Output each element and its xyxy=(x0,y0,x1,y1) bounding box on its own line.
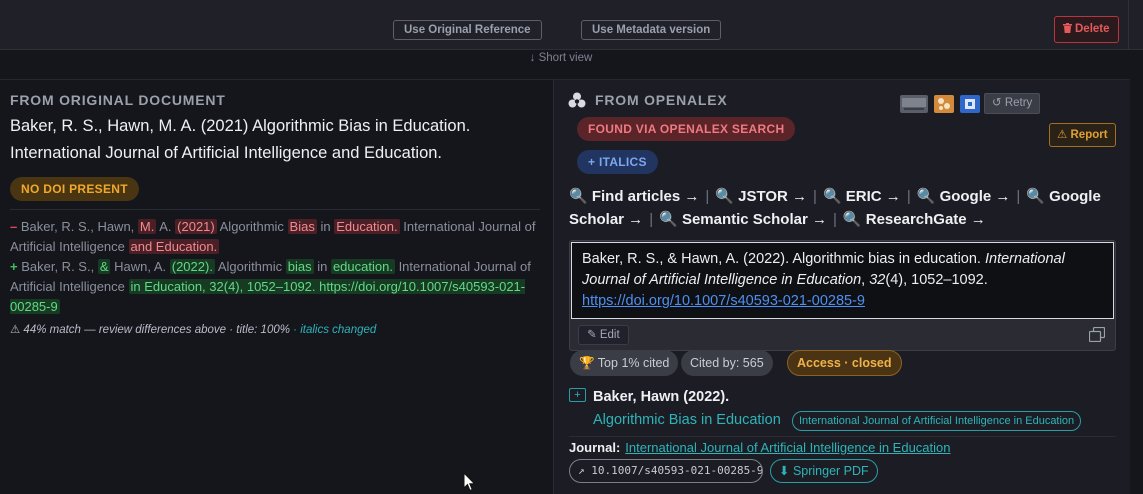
trash-icon xyxy=(1063,23,1072,33)
springer-pdf-button[interactable]: ⬇ Springer PDF xyxy=(770,459,878,483)
retry-button[interactable]: ↺ Retry xyxy=(984,93,1041,114)
doi-button[interactable]: ↗ 10.1007/s40593-021-00285-9 xyxy=(569,459,763,483)
original-reference-text[interactable]: Baker, R. S., Hawn, M. A. (2021) Algorit… xyxy=(10,113,530,167)
plus-segment-ins: education. xyxy=(330,259,395,274)
delete-button[interactable]: Delete xyxy=(1054,16,1119,43)
citation-doi-link[interactable]: https://doi.org/10.1007/s40593-021-00285… xyxy=(582,293,865,309)
search-link[interactable]: 🔍 Semantic Scholar → xyxy=(659,211,827,228)
openalex-section-title: FROM OPENALEX xyxy=(595,92,728,108)
divider xyxy=(569,436,1116,437)
citation-pages: (4), 1052–1092. xyxy=(885,272,988,288)
citation-sep: , xyxy=(861,272,870,288)
minus-segment-plain: Algorithmic xyxy=(216,219,288,234)
match-summary: ⚠ 44% match — review differences above ·… xyxy=(10,324,290,336)
formatted-citation[interactable]: Baker, R. S., & Hawn, A. (2022). Algorit… xyxy=(571,242,1114,319)
link-separator: | xyxy=(813,188,817,205)
diff-minus-sign: – xyxy=(10,219,18,234)
original-section-title: FROM ORIGINAL DOCUMENT xyxy=(10,92,226,108)
google-icon[interactable] xyxy=(960,95,980,113)
use-metadata-version-button[interactable]: Use Metadata version xyxy=(581,20,722,40)
diff-removed-segments: Baker, R. S., Hawn, M. A. (2021) Algorit… xyxy=(10,219,536,254)
italics-changed-note: · italics changed xyxy=(289,324,377,336)
cited-by-badge: Cited by: 565 xyxy=(681,350,773,376)
link-separator: | xyxy=(705,188,710,205)
top-toolbar: Use Original Reference Use Metadata vers… xyxy=(0,0,1143,50)
found-via-search-badge: FOUND VIA OPENALEX SEARCH xyxy=(577,117,796,141)
short-view-toggle[interactable]: ↓ Short view xyxy=(0,52,1122,64)
minus-segment-plain: Baker, R. S., Hawn, xyxy=(20,219,138,234)
plus-segment-plain: Hawn, A. xyxy=(110,259,170,274)
diff-added-segments: Baker, R. S., & Hawn, A. (2022). Algorit… xyxy=(10,259,531,314)
journal-link[interactable]: International Journal of Artificial Inte… xyxy=(625,440,950,455)
use-original-reference-button[interactable]: Use Original Reference xyxy=(393,20,542,40)
journal-line: Journal: International Journal of Artific… xyxy=(569,440,951,455)
search-link[interactable]: 🔍 JSTOR → xyxy=(715,188,807,205)
plus-segment-ins: (2022). xyxy=(169,259,215,274)
citation-volume: 32 xyxy=(869,272,886,288)
copy-icon[interactable] xyxy=(1089,327,1105,342)
access-status-badge: Access · closed xyxy=(787,350,902,376)
top-cited-badge: 🏆 Top 1% cited xyxy=(570,350,679,376)
minus-segment-plain: A. xyxy=(156,219,176,234)
minus-segment-del: (2021) xyxy=(175,219,217,234)
minus-segment-del: M. xyxy=(137,219,157,234)
original-reference-line2: International Journal of Artificial Inte… xyxy=(10,144,443,162)
link-separator: | xyxy=(906,188,911,205)
search-links: 🔍 Find articles → | 🔍 JSTOR → | 🔍 ERIC → | 🔍 G… xyxy=(569,185,1109,231)
expand-result-button[interactable]: + xyxy=(569,388,586,402)
citation-editor: Baker, R. S., & Hawn, A. (2022). Algorit… xyxy=(569,240,1116,351)
match-note: ⚠ 44% match — review differences above ·… xyxy=(10,322,376,336)
plus-segment-ins: & xyxy=(97,259,111,274)
result-title-link[interactable]: Algorithmic Bias in Education xyxy=(593,412,781,428)
report-button[interactable]: ⚠ Report xyxy=(1049,123,1116,147)
result-journal-badge: International Journal of Artificial Inte… xyxy=(792,411,1082,431)
diff-removed-line: – Baker, R. S., Hawn, M. A. (2021) Algor… xyxy=(10,217,540,257)
link-separator: | xyxy=(649,211,654,228)
minus-segment-del: and Education. xyxy=(128,239,220,254)
italics-badge: + ITALICS xyxy=(577,150,658,174)
result-author: Baker, Hawn (2022). xyxy=(593,389,730,405)
crossref-icon[interactable] xyxy=(900,95,928,113)
original-reference-line1: Baker, R. S., Hawn, M. A. (2021) Algorit… xyxy=(10,117,471,135)
diff-added-line: + Baker, R. S., & Hawn, A. (2022). Algor… xyxy=(10,257,540,317)
link-separator: | xyxy=(833,211,837,228)
delete-button-label: Delete xyxy=(1075,23,1110,35)
toolbar-edge xyxy=(1128,0,1129,50)
link-separator: | xyxy=(1016,188,1021,205)
minus-segment-del: Bias xyxy=(287,219,317,234)
plus-segment-plain: Algorithmic xyxy=(214,259,286,274)
citation-authors-title: Baker, R. S., & Hawn, A. (2022). Algorit… xyxy=(582,251,985,267)
minus-segment-plain: in xyxy=(316,219,335,234)
minus-segment-del: Education. xyxy=(334,219,400,234)
journal-prefix: Journal: xyxy=(569,440,621,455)
divider xyxy=(10,209,540,210)
edit-button[interactable]: ✎ Edit xyxy=(578,325,629,345)
search-link[interactable]: 🔍 ERIC → xyxy=(823,188,901,205)
openalex-icon xyxy=(568,92,586,108)
search-link[interactable]: 🔍 Find articles → xyxy=(569,188,699,205)
plus-segment-plain: in xyxy=(313,259,331,274)
semantic-scholar-icon[interactable] xyxy=(934,95,954,113)
diff-plus-sign: + xyxy=(10,259,18,274)
original-reference-pane: FROM ORIGINAL DOCUMENT Baker, R. S., Haw… xyxy=(0,80,553,494)
plus-segment-plain: Baker, R. S., xyxy=(21,259,98,274)
openalex-pane: FROM OPENALEX ↺ Retry ⚠ Report FOUND VIA… xyxy=(554,80,1130,494)
search-link[interactable]: 🔍 ResearchGate → xyxy=(843,211,986,228)
search-link[interactable]: 🔍 Google → xyxy=(917,188,1011,205)
plus-segment-ins: bias xyxy=(285,259,314,274)
mouse-cursor-icon xyxy=(463,472,476,492)
no-doi-badge: NO DOI PRESENT xyxy=(10,177,139,201)
